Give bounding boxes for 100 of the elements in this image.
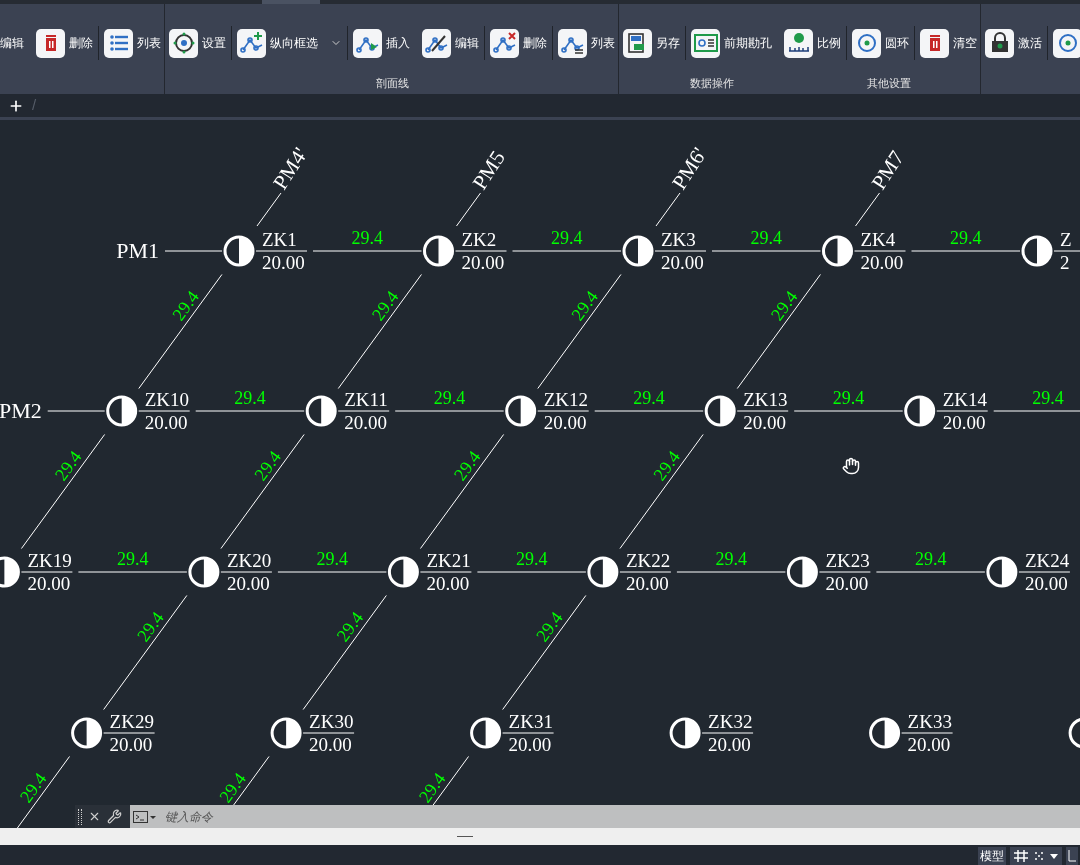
distance-label: 29.4	[367, 287, 403, 325]
name-underline	[736, 410, 789, 412]
elevation-value: 20.00	[426, 573, 470, 594]
distance-label: 29.4	[116, 549, 149, 569]
elevation-value: 20.00	[508, 734, 552, 755]
elevation-value: 20.00	[1024, 573, 1068, 594]
ribbon-button[interactable]: 另存	[623, 26, 680, 60]
ribbon-button[interactable]: 编辑	[0, 26, 24, 60]
curve-x-icon	[490, 28, 519, 58]
ribbon-button[interactable]	[1053, 26, 1080, 60]
ribbon-button[interactable]: 删除	[490, 26, 547, 60]
borehole-name: ZK29	[109, 711, 154, 732]
borehole-icon	[669, 717, 701, 749]
borehole-icon	[587, 556, 619, 588]
elevation-value: 20.00	[825, 573, 869, 594]
caret-icon[interactable]	[1050, 853, 1058, 859]
borehole-name: ZK10	[144, 389, 190, 410]
elevation-value: 20.00	[226, 573, 270, 594]
borehole-name: ZK14	[942, 389, 988, 410]
name-underline	[1053, 250, 1080, 252]
borehole-icon	[1021, 235, 1053, 267]
ribbon-button[interactable]: 插入	[353, 26, 410, 60]
close-icon[interactable]	[88, 810, 101, 823]
card-icon	[691, 28, 720, 58]
ribbon-button[interactable]: 比例	[784, 26, 841, 60]
borehole-name: ZK19	[27, 550, 72, 571]
ribbon-button[interactable]: 前期勘孔	[691, 26, 772, 60]
ring-icon	[1053, 28, 1080, 58]
list-icon	[104, 28, 133, 58]
connector-line	[164, 250, 223, 252]
name-underline	[419, 571, 472, 573]
elevation-value: 20.00	[860, 252, 904, 273]
borehole-icon	[986, 556, 1018, 588]
borehole-name: ZK11	[344, 389, 388, 410]
ribbon-button[interactable]: 纵向框选	[237, 26, 342, 60]
trash-icon	[920, 28, 949, 58]
ribbon-button[interactable]: 列表	[558, 26, 615, 60]
ribbon-button[interactable]: 编辑	[422, 26, 479, 60]
name-underline	[337, 410, 390, 412]
borehole-name: ZK4	[860, 229, 896, 250]
terminal-icon[interactable]	[133, 810, 157, 823]
borehole-icon	[223, 235, 255, 267]
borehole-icon	[622, 235, 654, 267]
borehole-name: ZK21	[426, 550, 471, 571]
elevation-value: 2	[1060, 252, 1070, 273]
curve-pen-icon	[422, 28, 451, 58]
ribbon-button[interactable]: 删除	[36, 26, 93, 60]
distance-label: 29.4	[832, 388, 865, 408]
distance-label: 29.4	[133, 608, 168, 646]
name-underline	[537, 410, 590, 412]
borehole-name: ZK1	[262, 229, 297, 250]
panel-title: 数据操作	[689, 75, 734, 91]
elevation-value: 20.00	[262, 252, 305, 273]
ring-icon	[852, 28, 881, 58]
elevation-value: 20.00	[907, 734, 951, 755]
ribbon-button[interactable]: 激活	[985, 26, 1042, 60]
borehole-icon	[387, 556, 419, 588]
name-underline	[455, 250, 507, 252]
name-underline	[936, 410, 989, 412]
ribbon-button[interactable]: 圆环	[852, 26, 909, 60]
borehole-icon	[869, 717, 901, 749]
ribbon-button[interactable]: 清空	[920, 26, 977, 60]
name-underline	[701, 732, 754, 734]
elevation-value: 20.00	[942, 412, 986, 433]
ribbon-button[interactable]: 设置	[169, 26, 226, 60]
borehole-icon	[270, 717, 302, 749]
name-underline	[619, 571, 672, 573]
elevation-value: 20.00	[625, 573, 669, 594]
resize-handle-icon[interactable]	[457, 836, 473, 837]
borehole-icon	[1068, 717, 1080, 749]
distance-label: 29.4	[551, 228, 583, 248]
grid-icon[interactable]	[1014, 850, 1028, 862]
borehole-name: ZK23	[825, 550, 870, 571]
borehole-name: ZK20	[226, 550, 272, 571]
tab-separator: /	[32, 95, 37, 116]
lock-icon	[985, 28, 1014, 58]
leader-line	[256, 192, 282, 227]
leader-line	[456, 192, 481, 227]
ortho-toggle[interactable]	[1066, 847, 1078, 865]
trash-icon	[36, 28, 65, 58]
ribbon-button[interactable]: 列表	[104, 26, 161, 60]
distance-label: 29.4	[50, 447, 86, 485]
borehole-icon	[305, 395, 337, 427]
borehole-name: ZK3	[661, 229, 696, 250]
model-tab[interactable]: 模型	[978, 847, 1006, 865]
borehole-icon	[704, 395, 736, 427]
name-underline	[255, 250, 308, 252]
curve-list-icon	[558, 28, 587, 58]
leader-line	[655, 192, 681, 227]
distance-label: 29.4	[449, 447, 485, 485]
distance-label: 29.4	[168, 287, 203, 325]
borehole-icon	[106, 395, 138, 427]
distance-label: 29.4	[414, 769, 450, 807]
settings-icon[interactable]	[107, 809, 122, 824]
distance-label: 29.4	[1032, 388, 1064, 408]
grip-icon[interactable]	[78, 808, 82, 825]
borehole-icon	[188, 556, 220, 588]
snap-dots-icon[interactable]	[1034, 851, 1044, 861]
distance-label: 29.4	[532, 608, 567, 646]
name-underline	[502, 732, 555, 734]
